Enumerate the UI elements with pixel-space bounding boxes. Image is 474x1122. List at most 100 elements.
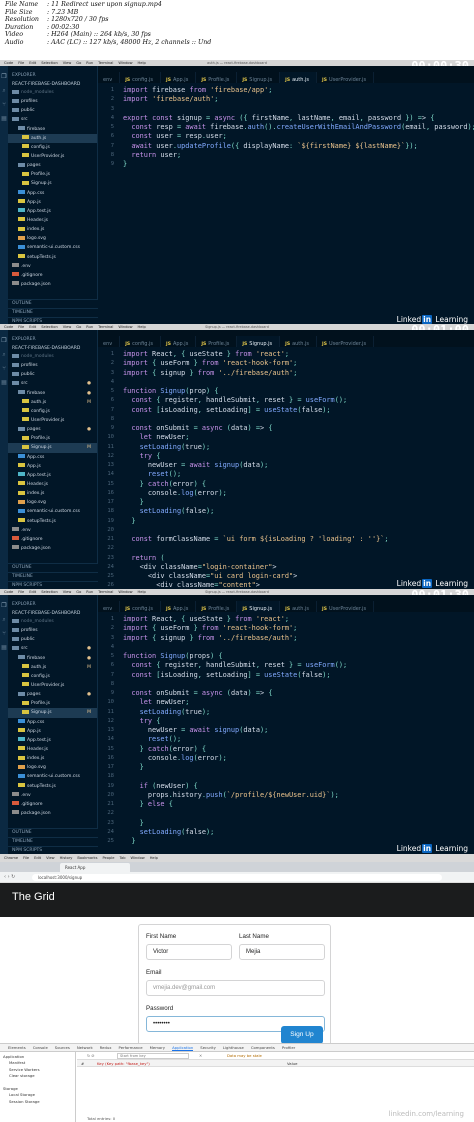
file-tree-item[interactable]: node_modules xyxy=(8,352,97,361)
file-tree-item[interactable]: package.json xyxy=(8,809,97,818)
file-tree-item[interactable]: App.css xyxy=(8,718,97,727)
file-tree-item[interactable]: App.js xyxy=(8,727,97,736)
file-tree-item[interactable]: semantic-ui.custom.css xyxy=(8,772,97,781)
file-tree-item[interactable]: logo.svg xyxy=(8,763,97,772)
editor-tab[interactable]: JS Signup.js xyxy=(237,336,281,347)
project-root[interactable]: REACT-FIREBASE-DASHBOARD xyxy=(8,81,97,88)
editor-tab[interactable]: JS UserProvider.js xyxy=(317,336,375,347)
devtools-tab[interactable]: Console xyxy=(33,1045,48,1050)
file-tree-item[interactable]: public xyxy=(8,106,97,115)
file-tree-item[interactable]: pages xyxy=(8,161,97,170)
search-icon[interactable]: ⌕ xyxy=(0,613,8,627)
file-tree-item[interactable]: App.test.js xyxy=(8,471,97,480)
editor-tab[interactable]: JS UserProvider.js xyxy=(317,601,375,612)
browser-tab[interactable]: React App xyxy=(60,863,130,872)
file-tree-item[interactable]: .env xyxy=(8,526,97,535)
file-tree-item[interactable]: Signup.js xyxy=(8,179,97,188)
code-editor[interactable]: 1 import React, { useState } from 'react'… xyxy=(98,615,474,849)
file-tree-item[interactable]: .env xyxy=(8,262,97,271)
file-tree-item[interactable]: Profile.js xyxy=(8,434,97,443)
chrome-menu-item[interactable]: Bookmarks xyxy=(77,856,97,860)
editor-tab[interactable]: JS auth.js xyxy=(280,72,318,83)
editor-tab[interactable]: JS App.js xyxy=(161,72,197,83)
chrome-menu-item[interactable]: Chrome xyxy=(4,856,18,860)
file-tree-item[interactable]: .gitignore xyxy=(8,535,97,544)
file-tree-item[interactable]: App.js xyxy=(8,462,97,471)
devtools-tab[interactable]: Lighthouse xyxy=(223,1045,244,1050)
file-tree-item[interactable]: package.json xyxy=(8,280,97,289)
clear-icon[interactable]: ✕ xyxy=(199,1052,202,1060)
file-tree-item[interactable]: Profile.js xyxy=(8,699,97,708)
file-tree-item[interactable]: package.json xyxy=(8,544,97,553)
file-tree-item[interactable]: semantic-ui.custom.css xyxy=(8,243,97,252)
editor-tab[interactable]: JS Signup.js xyxy=(237,601,281,612)
project-root[interactable]: REACT-FIREBASE-DASHBOARD xyxy=(8,345,97,352)
file-tree-item[interactable]: index.js xyxy=(8,754,97,763)
file-tree-item[interactable]: Signup.js M xyxy=(8,708,97,718)
file-tree-item[interactable]: auth.js M xyxy=(8,398,97,407)
devtools-tab[interactable]: Security xyxy=(200,1045,216,1050)
editor-tab[interactable]: JS Profile.js xyxy=(196,336,238,347)
project-root[interactable]: REACT-FIREBASE-DASHBOARD xyxy=(8,610,97,617)
file-tree-item[interactable]: logo.svg xyxy=(8,498,97,507)
editor-tab[interactable]: JS auth.js xyxy=(280,601,318,612)
file-tree-item[interactable]: logo.svg xyxy=(8,234,97,243)
file-tree-item[interactable]: firebase xyxy=(8,125,97,134)
chrome-menu-item[interactable]: File xyxy=(23,856,29,860)
file-tree-item[interactable]: App.test.js xyxy=(8,736,97,745)
source-control-icon[interactable]: ⑂ xyxy=(0,627,8,641)
editor-tab[interactable]: env xyxy=(98,336,121,347)
source-control-icon[interactable]: ⑂ xyxy=(0,98,8,112)
last-name-input[interactable]: Mejia xyxy=(239,944,325,960)
file-tree-item[interactable]: App.test.js xyxy=(8,207,97,216)
editor-tab[interactable]: JS UserProvider.js xyxy=(317,72,375,83)
editor-tab[interactable]: JS Profile.js xyxy=(196,72,238,83)
first-name-input[interactable]: Victor xyxy=(146,944,232,960)
file-tree-item[interactable]: UserProvider.js xyxy=(8,152,97,161)
file-tree-item[interactable]: src ● xyxy=(8,644,97,653)
devtools-tab[interactable]: Elements xyxy=(8,1045,26,1050)
file-tree-item[interactable]: profiles xyxy=(8,626,97,635)
search-icon[interactable]: ⌕ xyxy=(0,84,8,98)
outline-section[interactable]: OUTLINE xyxy=(8,563,98,572)
devtools-tab[interactable]: Memory xyxy=(150,1045,165,1050)
timeline-section[interactable]: TIMELINE xyxy=(8,837,98,846)
editor-tab[interactable]: JS config.js xyxy=(120,601,162,612)
file-tree-item[interactable]: profiles xyxy=(8,361,97,370)
address-bar[interactable]: localhost:3000/signup xyxy=(32,874,442,881)
email-input[interactable]: vmejia.dev@gmail.com xyxy=(146,980,325,996)
devtools-tab[interactable]: Performance xyxy=(119,1045,143,1050)
extensions-icon[interactable]: ▦ xyxy=(0,641,8,655)
source-control-icon[interactable]: ⑂ xyxy=(0,362,8,376)
file-tree-item[interactable]: firebase ● xyxy=(8,654,97,663)
file-tree-item[interactable]: .gitignore xyxy=(8,271,97,280)
file-tree-item[interactable]: src xyxy=(8,115,97,124)
file-tree-item[interactable]: profiles xyxy=(8,97,97,106)
chrome-menu-item[interactable]: Edit xyxy=(34,856,41,860)
timeline-section[interactable]: TIMELINE xyxy=(8,308,98,317)
editor-tab[interactable]: JS Signup.js xyxy=(237,72,281,83)
start-from-key-input[interactable]: Start from key xyxy=(117,1053,189,1059)
file-tree-item[interactable]: semantic-ui.custom.css xyxy=(8,507,97,516)
code-editor[interactable]: 1 import firebase from 'firebase/app'; 2 im… xyxy=(98,86,474,320)
file-tree-item[interactable]: App.js xyxy=(8,198,97,207)
editor-tab[interactable]: JS config.js xyxy=(120,72,162,83)
file-tree-item[interactable]: setupTests.js xyxy=(8,517,97,526)
chrome-menu-item[interactable]: Window xyxy=(131,856,145,860)
file-tree-item[interactable]: UserProvider.js xyxy=(8,416,97,425)
extensions-icon[interactable]: ▦ xyxy=(0,112,8,126)
file-tree-item[interactable]: setupTests.js xyxy=(8,782,97,791)
files-icon[interactable]: ❐ xyxy=(0,66,8,84)
timeline-section[interactable]: TIMELINE xyxy=(8,572,98,581)
devtools-tab[interactable]: Redux xyxy=(100,1045,112,1050)
file-tree-item[interactable]: pages ● xyxy=(8,690,97,699)
file-tree-item[interactable]: pages ● xyxy=(8,425,97,434)
nav-arrows-icon[interactable]: ‹ › ↻ xyxy=(4,874,15,881)
devtools-tab[interactable]: Application xyxy=(172,1045,194,1051)
devtools-tab[interactable]: Sources xyxy=(55,1045,70,1050)
editor-tab[interactable]: JS App.js xyxy=(161,336,197,347)
file-tree-item[interactable]: public xyxy=(8,370,97,379)
signup-button[interactable]: Sign Up xyxy=(281,1026,323,1044)
file-tree-item[interactable]: firebase ● xyxy=(8,389,97,398)
files-icon[interactable]: ❐ xyxy=(0,595,8,613)
